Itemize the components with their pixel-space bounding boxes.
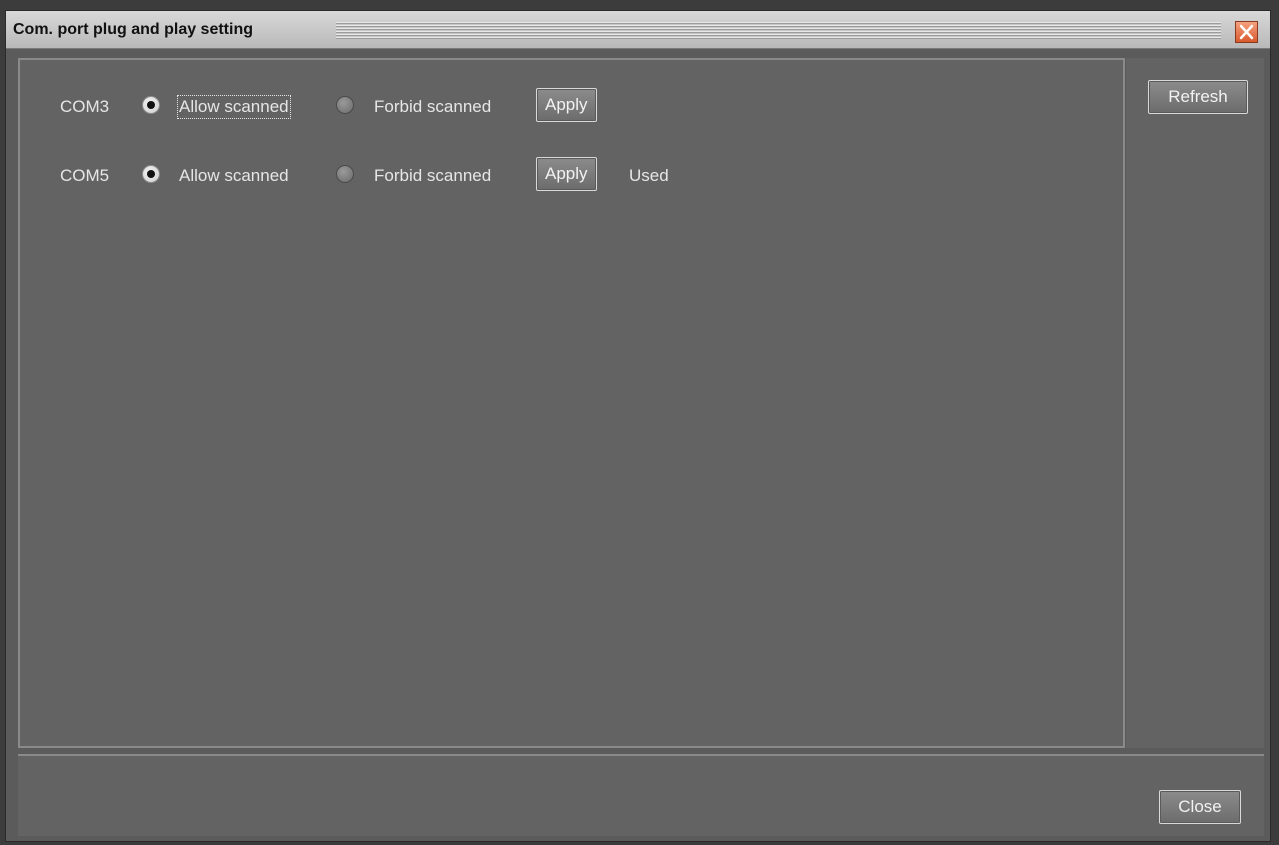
title-bar-grip [336,22,1221,39]
port-status: Used [629,166,669,185]
allow-scanned-label[interactable]: Allow scanned [177,95,291,119]
apply-button[interactable]: Apply [536,88,597,122]
forbid-scanned-radio[interactable] [336,96,354,114]
port-name: COM3 [60,97,110,116]
port-name: COM5 [60,166,110,185]
close-button[interactable]: Close [1159,790,1241,824]
port-settings-dialog: Com. port plug and play setting COM3 All… [5,10,1271,842]
allow-scanned-radio[interactable] [142,165,160,183]
forbid-scanned-label[interactable]: Forbid scanned [374,166,491,186]
allow-scanned-label[interactable]: Allow scanned [179,166,289,186]
side-action-panel: Refresh [1126,58,1264,748]
refresh-button[interactable]: Refresh [1148,80,1248,114]
port-row-com5: COM5 Allow scanned Forbid scanned Apply … [20,157,920,193]
dialog-footer: Close [18,754,1264,836]
port-row-com3: COM3 Allow scanned Forbid scanned Apply [20,88,920,124]
close-x-icon[interactable] [1235,21,1258,43]
allow-scanned-radio[interactable] [142,96,160,114]
apply-button[interactable]: Apply [536,157,597,191]
forbid-scanned-label[interactable]: Forbid scanned [374,97,491,117]
forbid-scanned-radio[interactable] [336,165,354,183]
dialog-title: Com. port plug and play setting [13,21,253,38]
title-bar[interactable]: Com. port plug and play setting [6,11,1270,49]
port-list-panel: COM3 Allow scanned Forbid scanned Apply … [18,58,1125,748]
